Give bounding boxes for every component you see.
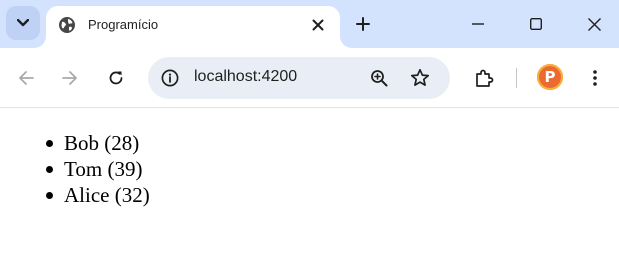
tab-title: Programício xyxy=(88,17,159,32)
page-content: Bob (28) Tom (39) Alice (32) xyxy=(0,108,619,269)
browser-toolbar: localhost:4200 P xyxy=(0,48,619,108)
toolbar-divider xyxy=(516,68,517,88)
zoom-icon[interactable] xyxy=(368,67,390,89)
close-icon xyxy=(587,17,601,31)
site-info-icon[interactable] xyxy=(159,67,181,89)
puzzle-piece-icon xyxy=(474,68,494,88)
reload-icon xyxy=(108,70,124,86)
user-label: Tom (39) xyxy=(64,157,143,181)
url-text[interactable]: localhost:4200 xyxy=(194,68,297,86)
more-vertical-icon xyxy=(593,70,597,86)
list-item: Tom (39) xyxy=(46,156,150,182)
tab-search-button[interactable] xyxy=(6,6,40,40)
new-tab-button[interactable] xyxy=(350,11,376,37)
globe-icon xyxy=(58,16,76,34)
forward-button[interactable] xyxy=(56,64,84,92)
user-list: Bob (28) Tom (39) Alice (32) xyxy=(46,130,150,208)
arrow-left-icon xyxy=(18,70,34,86)
arrow-right-icon xyxy=(62,70,78,86)
maximize-button[interactable] xyxy=(516,6,556,42)
chevron-down-icon xyxy=(17,19,29,27)
plus-icon xyxy=(356,17,370,31)
list-item: Bob (28) xyxy=(46,130,150,156)
close-window-button[interactable] xyxy=(574,6,614,42)
active-tab[interactable]: Programício xyxy=(46,6,340,48)
profile-avatar[interactable]: P xyxy=(537,64,563,90)
maximize-icon xyxy=(530,18,542,30)
address-bar[interactable]: localhost:4200 xyxy=(148,57,450,99)
chrome-menu-button[interactable] xyxy=(581,64,609,92)
user-label: Bob (28) xyxy=(64,131,140,155)
close-tab-icon[interactable] xyxy=(306,13,330,37)
profile-initial: P xyxy=(544,67,556,86)
minimize-button[interactable] xyxy=(458,6,498,42)
bookmark-star-icon[interactable] xyxy=(409,67,431,89)
list-item: Alice (32) xyxy=(46,182,150,208)
reload-button[interactable] xyxy=(102,64,130,92)
user-label: Alice (32) xyxy=(64,183,150,207)
back-button[interactable] xyxy=(12,64,40,92)
minimize-icon xyxy=(472,23,484,25)
tab-strip: Programício xyxy=(0,0,619,48)
extensions-button[interactable] xyxy=(470,64,498,92)
